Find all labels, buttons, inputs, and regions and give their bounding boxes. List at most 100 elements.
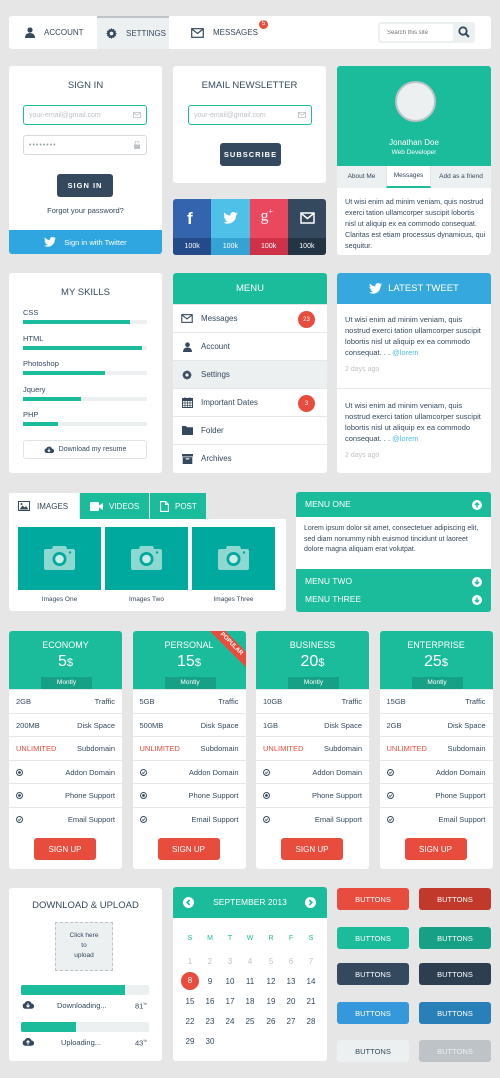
sample-button[interactable]: Buttons: [337, 1040, 409, 1062]
sample-button[interactable]: Buttons: [419, 927, 491, 949]
menu-item-folder[interactable]: Folder: [173, 416, 327, 444]
social-facebook[interactable]: f 100k: [173, 199, 212, 255]
calendar-day[interactable]: 28: [302, 1017, 320, 1026]
calendar-day[interactable]: 16: [201, 997, 219, 1006]
plan-period: Montly: [411, 677, 463, 689]
social-twitter[interactable]: 100k: [211, 199, 250, 255]
next-month-button[interactable]: [305, 897, 316, 908]
calendar-day-muted[interactable]: 7: [302, 957, 320, 966]
menu-item-account[interactable]: Account: [173, 332, 327, 360]
calendar-day[interactable]: 29: [181, 1037, 199, 1046]
calendar-day[interactable]: 22: [181, 1017, 199, 1026]
tab-add-friend[interactable]: Add as a friend: [431, 166, 491, 188]
tab-images[interactable]: Images: [9, 493, 79, 519]
percent-sign: %: [143, 1001, 147, 1006]
download-resume-button[interactable]: Download my resume: [23, 440, 147, 459]
pricing-value: UNLIMITED: [386, 744, 427, 753]
plan-currency: $: [318, 657, 325, 669]
twitter-signin-button[interactable]: Sign in with Twitter: [9, 230, 162, 254]
calendar-day[interactable]: 18: [241, 997, 259, 1006]
nav-item-account[interactable]: Account: [25, 16, 84, 49]
pricing-row-subdomain: UNLIMITED Subdomain: [132, 736, 246, 759]
tweet-item: Ut wisi enim ad minim veniam, quis nostr…: [337, 390, 491, 473]
calendar-day[interactable]: 21: [302, 997, 320, 1006]
signup-button[interactable]: Sign Up: [157, 838, 220, 860]
calendar-day-muted[interactable]: 3: [221, 957, 239, 966]
search-input[interactable]: [380, 24, 453, 41]
tweet-handle-link[interactable]: @lorem: [392, 348, 418, 357]
calendar-day-muted[interactable]: 2: [201, 957, 219, 966]
sample-button[interactable]: Buttons: [337, 963, 409, 985]
sample-button[interactable]: Buttons: [419, 1002, 491, 1024]
calendar-day[interactable]: 15: [181, 997, 199, 1006]
signin-button[interactable]: Sign In: [57, 174, 113, 197]
calendar-day-selected[interactable]: 8: [181, 972, 199, 990]
image-tile[interactable]: [105, 527, 188, 590]
social-email[interactable]: 100k: [287, 199, 326, 255]
sample-button[interactable]: Buttons: [337, 927, 409, 949]
pricing-card-enterprise: Enterprise 25$ Montly 15GB Traffic 2GB Disk Sp…: [379, 631, 493, 869]
tab-post[interactable]: Post: [150, 493, 206, 519]
calendar-day-muted[interactable]: 6: [282, 957, 300, 966]
pricing-header: Enterprise 25$ Montly: [379, 631, 493, 689]
calendar-day-muted[interactable]: 5: [262, 957, 280, 966]
calendar-day[interactable]: 12: [262, 977, 280, 986]
menu-item-settings[interactable]: Settings: [173, 360, 327, 388]
calendar-day[interactable]: 14: [302, 977, 320, 986]
calendar-day-muted[interactable]: 1: [181, 957, 199, 966]
calendar-day[interactable]: 30: [201, 1037, 219, 1046]
weekday-label: T: [227, 935, 233, 942]
sample-button[interactable]: Buttons: [419, 888, 491, 910]
accordion-menu-two[interactable]: Menu Two: [296, 569, 491, 591]
subscribe-button[interactable]: Subscribe: [220, 143, 281, 166]
tab-messages[interactable]: Messages: [386, 166, 431, 188]
calendar-day[interactable]: 27: [282, 1017, 300, 1026]
calendar-day[interactable]: 24: [221, 1017, 239, 1026]
menu-item-important-dates[interactable]: Important Dates 3: [173, 388, 327, 416]
social-google-plus[interactable]: g+ 100k: [249, 199, 288, 255]
accordion-menu-one[interactable]: Menu One: [296, 492, 491, 517]
tweet-handle-link[interactable]: @lorem: [392, 434, 418, 443]
sample-button[interactable]: Buttons: [337, 888, 409, 910]
forgot-password-link[interactable]: Forgot your password?: [9, 206, 162, 215]
signup-button[interactable]: Sign Up: [404, 838, 467, 860]
calendar-day[interactable]: 13: [282, 977, 300, 986]
arrow-up-circle-icon: [472, 500, 482, 510]
calendar-day[interactable]: 26: [262, 1017, 280, 1026]
tab-about-me[interactable]: About Me: [337, 166, 386, 188]
nav-item-settings[interactable]: Settings: [97, 16, 169, 49]
calendar-day[interactable]: 25: [241, 1017, 259, 1026]
calendar-day[interactable]: 9: [201, 977, 219, 986]
accordion-menu-three[interactable]: Menu Three: [296, 591, 491, 612]
calendar-day[interactable]: 23: [201, 1017, 219, 1026]
signup-button[interactable]: Sign Up: [281, 838, 343, 860]
signup-button[interactable]: Sign Up: [34, 838, 96, 860]
newsletter-email-field[interactable]: your-email@gmail.com: [188, 105, 312, 125]
calendar-day[interactable]: 20: [282, 997, 300, 1006]
signin-password-field[interactable]: ••••••••: [23, 135, 147, 155]
pricing-row-email: Email Support: [9, 806, 122, 830]
menu-item-archives[interactable]: Archives: [173, 444, 327, 472]
signin-email-field[interactable]: your-email@gmail.com: [23, 105, 147, 125]
sample-button[interactable]: Buttons: [419, 1040, 491, 1062]
sample-button[interactable]: Buttons: [337, 1002, 409, 1024]
nav-item-messages[interactable]: Messages 5: [191, 16, 268, 49]
avatar[interactable]: [395, 81, 436, 122]
envelope-icon: [300, 212, 315, 224]
upload-dropzone[interactable]: Click here to upload: [55, 922, 113, 971]
image-tile[interactable]: [192, 527, 275, 590]
sample-button[interactable]: Buttons: [419, 963, 491, 985]
calendar-day[interactable]: 10: [221, 977, 239, 986]
dot-circle-icon: [16, 792, 23, 799]
calendar-day[interactable]: 19: [262, 997, 280, 1006]
calendar-day[interactable]: 17: [221, 997, 239, 1006]
menu-item-messages[interactable]: Messages 23: [173, 304, 327, 332]
check-circle-icon: [263, 815, 270, 823]
calendar-day-muted[interactable]: 4: [241, 957, 259, 966]
calendar-day[interactable]: 11: [241, 977, 259, 986]
image-tile[interactable]: [18, 527, 101, 590]
nav-label: Settings: [126, 29, 167, 38]
envelope-icon: [173, 314, 201, 323]
search-icon[interactable]: [458, 26, 470, 38]
tab-videos[interactable]: Videos: [80, 493, 149, 519]
